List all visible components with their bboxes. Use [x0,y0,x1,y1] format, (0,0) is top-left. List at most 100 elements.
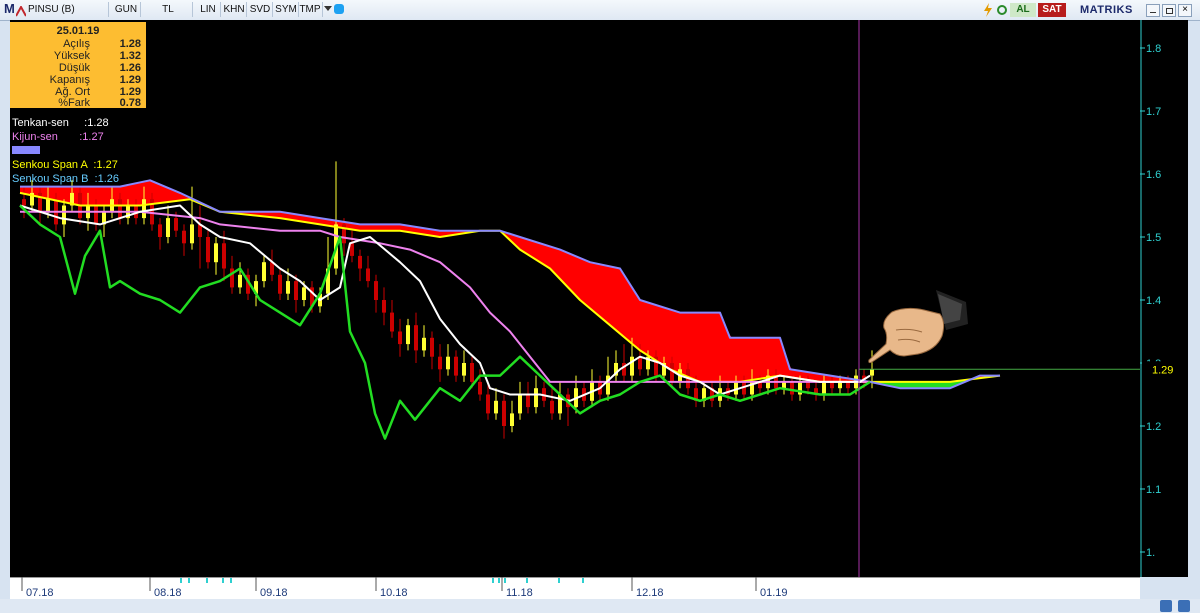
cloud-segment [636,293,640,351]
btn-svd[interactable]: SVD [248,2,273,17]
candle-body [22,199,26,206]
info-value: 1.28 [119,38,141,50]
x-tick-label: 09.18 [260,587,288,599]
cloud-segment [600,264,604,321]
sat-button[interactable]: SAT [1038,3,1066,17]
legend-tenkan[interactable]: Tenkan-sen :1.28 [12,117,109,129]
cloud-segment [772,337,776,377]
btn-tmp[interactable]: TMP [298,2,323,17]
cloud-segment [624,274,628,341]
volume-marker [504,578,506,583]
legend-swatch [12,146,40,154]
x-tick-label: 08.18 [154,587,182,599]
cloud-segment [688,312,692,379]
candle-body [462,363,466,376]
candle-body [158,224,162,237]
legend-span-a[interactable]: Senkou Span A :1.27 [12,159,118,171]
candle-body [94,205,98,225]
cloud-segment [740,337,744,382]
candle-body [238,274,242,288]
candle-body [486,394,490,414]
info-row-low: Düşük 1.26 [10,62,146,74]
candle-body [414,325,418,351]
cloud-segment [88,186,92,206]
close-icon[interactable]: × [1178,4,1192,17]
candle-body [438,356,442,370]
cloud-segment [640,300,644,353]
brand-letter: M [4,1,15,16]
info-date: 25.01.19 [56,25,100,37]
cloud-segment [96,186,100,206]
resize-icon[interactable] [1178,600,1190,612]
price-axis: 1.81.71.61.51.41.31.21.11.1.29 [1140,20,1188,577]
cloud-segment [84,186,88,206]
legend-kijun[interactable]: Kijun-sen :1.27 [12,131,104,143]
candle-body [550,400,554,414]
date-axis: 07.18 08.18 09.18 10.18 11.18 12.18 01.19 [10,576,1140,599]
cloud-segment [584,259,588,307]
cloud-segment [680,312,684,376]
candle-body [286,281,290,294]
cloud-segment [136,182,140,206]
candle-body [502,400,506,426]
candle-body [262,262,266,282]
cloud-segment [756,337,760,380]
candle-body [214,243,218,263]
candle-body [62,205,66,225]
cloud-segment [708,312,712,382]
y-tick-label: 1.7 [1146,106,1161,118]
ohlc-info-box: 25.01.19 Açılış 1.28 Yüksek 1.32 Düşük 1.26… [10,22,146,109]
btn-khn[interactable]: KHN [222,2,247,17]
btn-lin[interactable]: LIN [196,2,221,17]
maximize-icon[interactable] [1162,4,1176,17]
cloud-segment [620,268,624,337]
candle-body [510,413,514,426]
al-button[interactable]: AL [1010,3,1036,17]
btn-tl[interactable]: TL [144,2,193,17]
btn-gun[interactable]: GUN [112,2,141,17]
cloud-segment [560,249,564,284]
candle-body [222,243,226,269]
twitter-icon[interactable] [334,4,344,14]
cloud-segment [736,337,740,382]
x-tick-label: 07.18 [26,587,54,599]
info-row-high: Yüksek 1.32 [10,50,146,62]
cloud-segment [580,258,584,304]
candle-body [358,255,362,269]
candle-body [174,218,178,231]
cloud-segment [48,186,52,200]
volume-marker [492,578,494,583]
dropdown-arrow-icon[interactable] [324,6,332,11]
cloud-segment [704,312,708,382]
cloud-segment [744,337,748,382]
last-price-label: 1.29 [1152,364,1173,376]
candle-body [118,199,122,219]
y-tick-label: 1.5 [1146,232,1161,244]
symbol-selector[interactable]: PINSU (B) [28,2,109,17]
legend-span-b[interactable]: Senkou Span B :1.26 [12,173,119,185]
candle-body [374,281,378,300]
cloud-segment [628,281,632,344]
candle-body [630,356,634,376]
volume-marker [180,578,182,583]
cloud-segment [760,337,764,379]
volume-marker [206,578,208,583]
cloud-segment [764,337,768,379]
cloud-segment [544,244,548,268]
cloud-segment [160,184,164,203]
minimize-icon[interactable] [1146,4,1160,17]
cloud-segment [128,184,132,206]
lightning-icon[interactable] [982,3,994,17]
cloud-segment [616,267,620,334]
cloud-segment [588,261,592,311]
x-tick-label: 12.18 [636,587,664,599]
cloud-segment [676,311,680,374]
info-row-open: Açılış 1.28 [10,38,146,50]
refresh-icon[interactable] [996,3,1008,17]
info-value: 1.32 [119,50,141,62]
candle-body [38,192,42,212]
cloud-segment [732,337,736,382]
cloud-segment [132,183,136,206]
scroll-icon[interactable] [1160,600,1172,612]
btn-sym[interactable]: SYM [274,2,299,17]
